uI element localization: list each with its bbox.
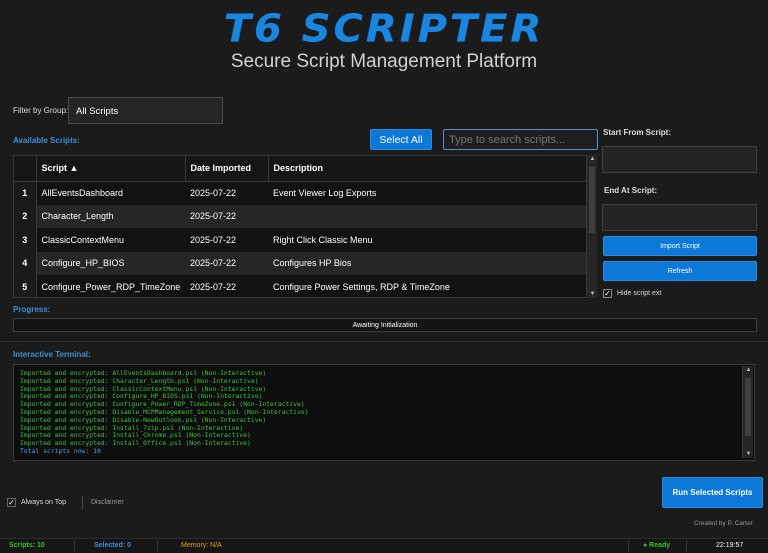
scripts-table: Script ▲ Date Imported Description 1 All…	[13, 155, 597, 298]
script-description: Configures HP Bios	[268, 251, 588, 275]
run-selected-scripts-button[interactable]: Run Selected Scripts	[662, 477, 763, 508]
status-bar: Scripts: 10 Selected: 0 Memory: N/A ● Re…	[0, 538, 768, 553]
terminal-output[interactable]: Imported and encrypted: AllEventsDashboa…	[13, 364, 755, 461]
date-imported: 2025-07-22	[185, 204, 268, 228]
row-index: 2	[14, 204, 37, 228]
disclaimer-link[interactable]: Disclaimer	[91, 499, 124, 506]
status-scripts-count: Scripts: 10	[9, 542, 45, 549]
end-at-field[interactable]	[602, 204, 757, 231]
script-description: Right Click Classic Menu	[268, 228, 588, 252]
credit-text: Created by P. Carter	[694, 520, 753, 527]
date-imported: 2025-07-22	[185, 275, 268, 297]
script-name: AllEventsDashboard	[36, 181, 185, 205]
terminal-label: Interactive Terminal:	[13, 350, 91, 359]
status-separator	[74, 540, 75, 552]
script-name: ClassicContextMenu	[36, 228, 185, 252]
end-at-label: End At Script:	[604, 186, 658, 195]
terminal-line: Imported and encrypted: Install_Office.p…	[20, 439, 251, 448]
script-description	[268, 204, 588, 228]
always-on-top-label: Always on Top	[21, 499, 67, 506]
table-scroll-thumb[interactable]	[589, 167, 595, 233]
hide-ext-label: Hide script ext	[617, 290, 662, 297]
table-row[interactable]: 3 ClassicContextMenu 2025-07-22 Right Cl…	[14, 228, 588, 252]
row-index: 1	[14, 181, 37, 205]
table-row[interactable]: 1 AllEventsDashboard 2025-07-22 Event Vi…	[14, 181, 588, 205]
table-row[interactable]: 4 Configure_HP_BIOS 2025-07-22 Configure…	[14, 251, 588, 275]
date-imported: 2025-07-22	[185, 181, 268, 205]
column-header-description[interactable]: Description	[268, 156, 588, 182]
script-name: Configure_HP_BIOS	[36, 251, 185, 275]
app-subtitle: Secure Script Management Platform	[230, 51, 538, 72]
terminal-scroll-thumb[interactable]	[745, 378, 751, 436]
search-input[interactable]	[443, 129, 598, 150]
progress-bar: Awaiting Initialization	[13, 318, 757, 332]
table-row[interactable]: 5 Configure_Power_RDP_TimeZone 2025-07-2…	[14, 275, 588, 297]
status-time: 22:19:57	[716, 542, 744, 549]
status-separator	[157, 540, 158, 552]
status-separator	[628, 540, 629, 552]
table-scrollbar[interactable]: ▲ ▼	[586, 155, 597, 298]
progress-label: Progress:	[13, 305, 51, 314]
group-filter-select[interactable]: All Scripts	[68, 97, 223, 124]
date-imported: 2025-07-22	[185, 251, 268, 275]
status-separator	[686, 540, 687, 552]
row-index: 5	[14, 275, 37, 297]
row-index: 4	[14, 251, 37, 275]
date-imported: 2025-07-22	[185, 228, 268, 252]
always-on-top-checkbox[interactable]: ✓	[7, 498, 16, 507]
available-scripts-label: Available Scripts:	[13, 136, 80, 145]
script-description: Event Viewer Log Exports	[268, 181, 588, 205]
terminal-total-line: Total scripts now: 10	[20, 446, 101, 455]
start-from-field[interactable]	[602, 146, 757, 173]
row-index: 3	[14, 228, 37, 252]
status-ready: ● Ready	[643, 542, 671, 549]
select-all-button[interactable]: Select All	[370, 129, 432, 150]
refresh-button[interactable]: Refresh	[603, 261, 757, 281]
scroll-down-arrow-icon[interactable]: ▼	[743, 451, 754, 457]
footer-separator	[82, 496, 83, 510]
start-from-label: Start From Script:	[603, 128, 672, 137]
status-selected-count: Selected: 0	[94, 542, 131, 549]
app-logo: T6 SCRIPTER	[223, 7, 545, 51]
scroll-down-arrow-icon[interactable]: ▼	[587, 291, 598, 297]
script-name: Character_Length	[36, 204, 185, 228]
column-header-script[interactable]: Script ▲	[36, 156, 186, 182]
hide-ext-checkbox[interactable]: ✓	[603, 289, 612, 298]
import-script-button[interactable]: Import Script	[603, 236, 757, 256]
script-name: Configure_Power_RDP_TimeZone	[36, 275, 185, 297]
scroll-up-arrow-icon[interactable]: ▲	[587, 156, 598, 162]
column-header-date[interactable]: Date Imported	[185, 156, 269, 182]
status-memory: Memory: N/A	[181, 542, 222, 549]
section-divider	[0, 341, 768, 342]
script-description: Configure Power Settings, RDP & TimeZone	[268, 275, 588, 297]
index-header	[14, 156, 37, 182]
scroll-up-arrow-icon[interactable]: ▲	[743, 367, 754, 373]
filter-label: Filter by Group:	[13, 106, 69, 115]
table-row[interactable]: 2 Character_Length 2025-07-22	[14, 204, 588, 228]
terminal-scrollbar[interactable]: ▲ ▼	[742, 366, 753, 458]
